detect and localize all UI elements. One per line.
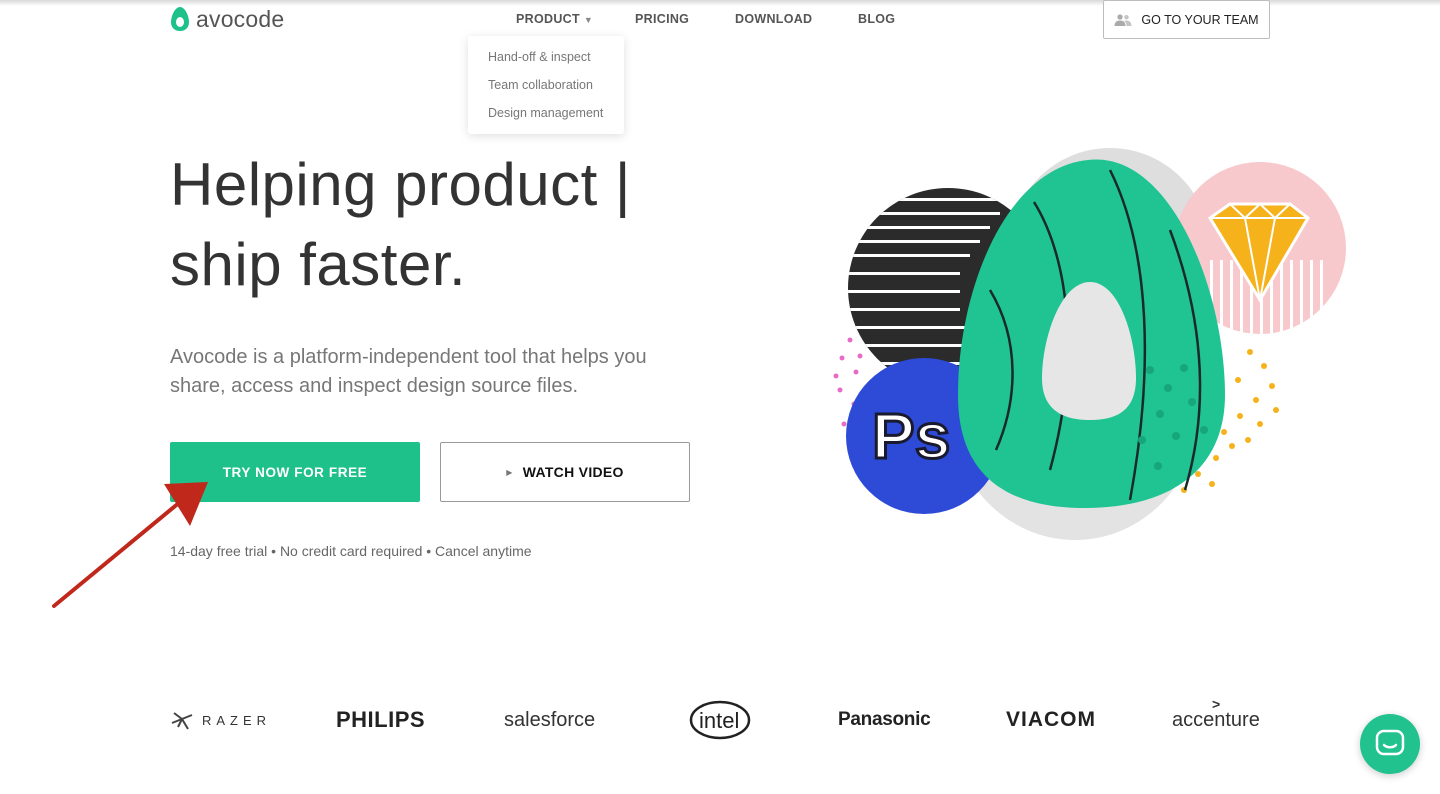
nav-blog[interactable]: BLOG	[858, 12, 895, 26]
annotation-arrow-icon	[52, 482, 208, 608]
salesforce-logo: salesforce	[504, 708, 596, 731]
hero-illustration: Ps	[833, 148, 1346, 540]
product-dropdown: Hand-off & inspect Team collaboration De…	[468, 36, 624, 134]
intel-text: intel	[699, 708, 739, 733]
nav-product-label: PRODUCT	[516, 12, 580, 26]
intel-logo: intel	[688, 690, 752, 750]
razer-snake-icon	[171, 712, 193, 730]
go-to-team-button[interactable]: GO TO YOUR TEAM	[1103, 0, 1270, 39]
hero-title-line-2: ship faster.	[170, 231, 467, 298]
hero-title: Helping product | ship faster.	[170, 145, 631, 305]
dropdown-item-collaboration[interactable]: Team collaboration	[468, 77, 624, 105]
dropdown-item-management[interactable]: Design management	[468, 105, 624, 133]
play-icon: ▶	[506, 467, 513, 477]
viacom-logo: VIACOM	[1006, 708, 1096, 731]
photoshop-badge-text: Ps	[872, 400, 950, 472]
hero-title-line-1: Helping product |	[170, 151, 632, 218]
avocode-logo[interactable]: avocode	[170, 6, 284, 32]
philips-logo: PHILIPS	[336, 707, 426, 732]
chat-launcher-button[interactable]	[1360, 714, 1420, 774]
razer-logo: RAZER	[170, 690, 271, 750]
nav-download[interactable]: DOWNLOAD	[735, 12, 812, 26]
accenture-logo: > accenture	[1172, 690, 1260, 750]
watch-video-label: WATCH VIDEO	[522, 464, 624, 480]
trial-note: 14-day free trial • No credit card requi…	[170, 543, 532, 559]
chat-icon	[1375, 729, 1405, 756]
nav-product[interactable]: PRODUCT ▼	[516, 12, 593, 26]
hero-description: Avocode is a platform-independent tool t…	[170, 346, 647, 397]
panasonic-logo: Panasonic	[838, 709, 931, 730]
razer-text: RAZER	[202, 712, 272, 728]
dropdown-item-handoff[interactable]: Hand-off & inspect	[468, 49, 624, 77]
caret-down-icon: ▼	[583, 15, 594, 25]
nav-pricing[interactable]: PRICING	[635, 12, 689, 26]
users-icon	[1114, 13, 1132, 26]
avocado-icon	[171, 7, 189, 31]
customer-logos: RAZER PHILIPS salesforce intel Panasonic…	[0, 690, 1440, 750]
watch-video-button[interactable]: ▶ WATCH VIDEO	[440, 442, 690, 502]
accenture-mark-icon: >	[1212, 696, 1221, 712]
go-to-team-label: GO TO YOUR TEAM	[1141, 12, 1259, 27]
logo-text: avocode	[196, 5, 285, 32]
